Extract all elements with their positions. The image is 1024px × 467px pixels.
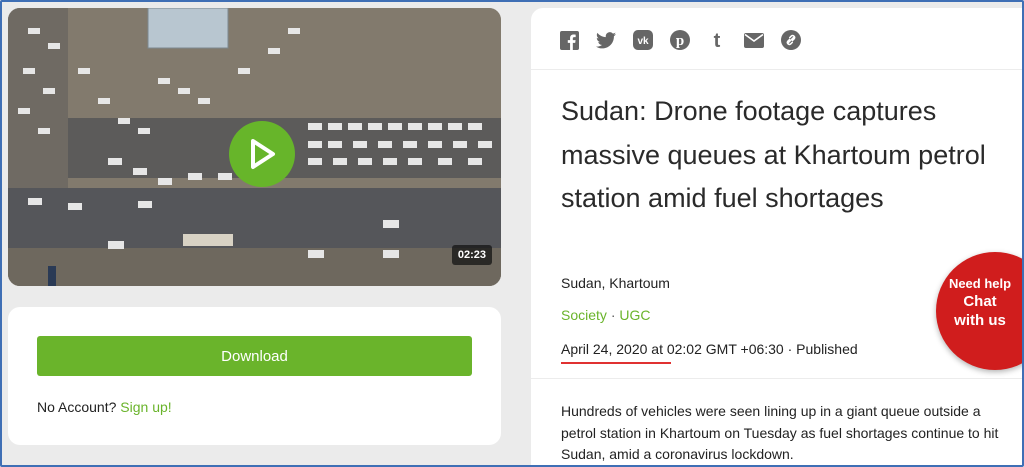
article-date: April 24, 2020 at 02:02 GMT +06:30 · Pub… bbox=[561, 341, 858, 357]
chat-line-3: with us bbox=[954, 312, 1006, 329]
chat-line-2: Chat bbox=[963, 293, 997, 310]
article-card: vk p t Sudan: Drone footage captures mas… bbox=[531, 8, 1024, 467]
article-body: Hundreds of vehicles were seen lining up… bbox=[561, 403, 999, 462]
divider bbox=[531, 378, 1024, 379]
download-button[interactable]: Download bbox=[37, 336, 472, 376]
signup-link[interactable]: Sign up! bbox=[120, 399, 171, 415]
category-separator: · bbox=[610, 307, 616, 323]
twitter-icon[interactable] bbox=[596, 30, 616, 50]
download-card: Download No Account? Sign up! bbox=[8, 307, 501, 445]
no-account-text: No Account? bbox=[37, 399, 117, 415]
pinterest-icon[interactable]: p bbox=[670, 30, 690, 50]
vk-icon[interactable]: vk bbox=[633, 30, 653, 50]
chat-line-1: Need help bbox=[948, 276, 1012, 291]
facebook-icon[interactable] bbox=[559, 30, 579, 50]
video-duration: 02:23 bbox=[451, 245, 492, 265]
link-icon[interactable] bbox=[781, 30, 801, 50]
tumblr-icon[interactable]: t bbox=[707, 30, 727, 50]
share-bar: vk p t bbox=[559, 26, 801, 54]
svg-text:vk: vk bbox=[637, 36, 649, 47]
play-icon bbox=[251, 139, 275, 169]
svg-text:p: p bbox=[676, 33, 684, 49]
account-prompt: No Account? Sign up! bbox=[37, 399, 172, 415]
svg-text:t: t bbox=[714, 30, 721, 50]
play-button[interactable] bbox=[229, 121, 295, 187]
article-title: Sudan: Drone footage captures massive qu… bbox=[561, 96, 986, 213]
video-player[interactable]: 02:23 bbox=[8, 8, 501, 286]
article-location: Sudan, Khartoum bbox=[561, 275, 670, 291]
date-highlight-underline bbox=[561, 362, 671, 364]
email-icon[interactable] bbox=[744, 30, 764, 50]
divider bbox=[531, 69, 1024, 70]
category-society[interactable]: Society bbox=[561, 307, 607, 323]
category-ugc[interactable]: UGC bbox=[619, 307, 650, 323]
article-categories: Society · UGC bbox=[561, 307, 651, 323]
